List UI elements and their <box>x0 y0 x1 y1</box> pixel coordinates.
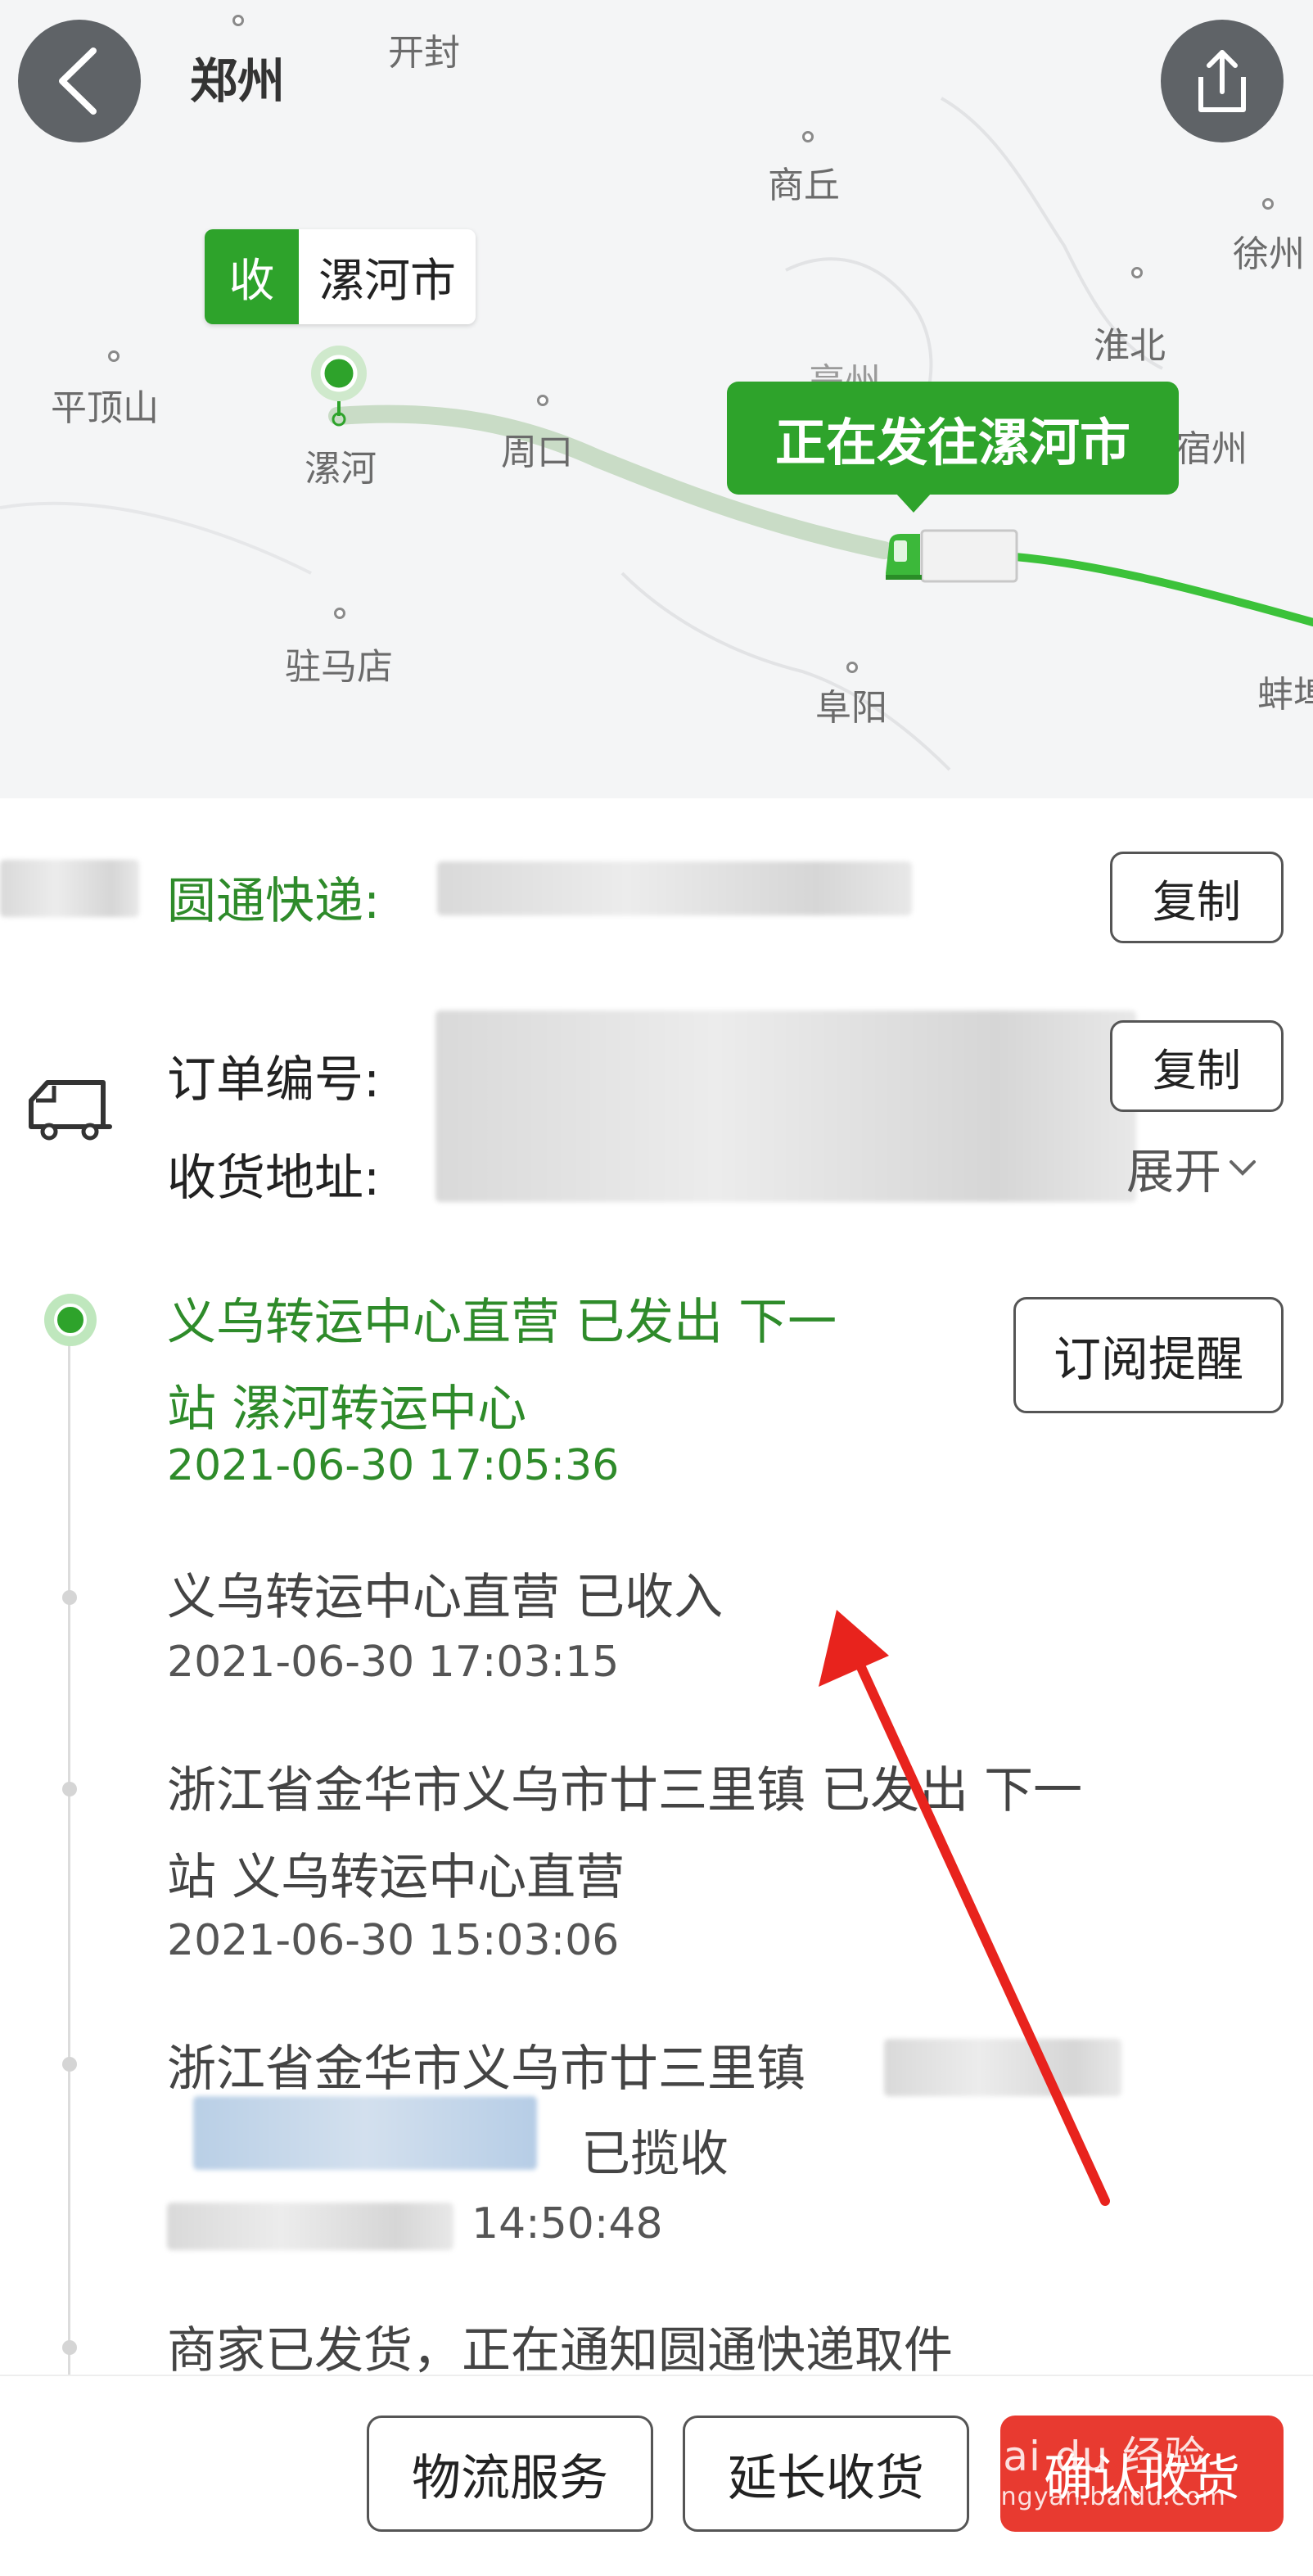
order-number-label: 订单编号: <box>167 1051 381 1109</box>
copy-tracking-button[interactable]: 复制 <box>1110 852 1284 943</box>
tracking-number-blurred <box>437 861 912 915</box>
city-dot <box>1262 198 1274 210</box>
city-dot <box>802 131 814 142</box>
city-dot <box>232 15 244 26</box>
logistics-service-button[interactable]: 物流服务 <box>367 2416 653 2532</box>
map-label-shangqiu: 商丘 <box>768 165 840 206</box>
extend-receipt-button[interactable]: 延长收货 <box>683 2416 969 2532</box>
chevron-down-icon <box>1230 1160 1257 1176</box>
timeline-node <box>62 1590 77 1605</box>
timeline-line <box>68 1326 70 2383</box>
destination-city: 漯河市 <box>299 229 476 324</box>
expand-label: 展开 <box>1126 1144 1222 1200</box>
address-label: 收货地址: <box>167 1150 381 1207</box>
share-icon <box>1198 50 1246 112</box>
location-pin-icon <box>311 346 367 427</box>
timeline-node <box>62 2057 77 2072</box>
blurred-text <box>884 2039 1121 2096</box>
blurred-text <box>167 2203 453 2250</box>
timeline-node-current <box>44 1294 97 1346</box>
city-dot <box>537 395 548 406</box>
copy-order-button[interactable]: 复制 <box>1110 1020 1284 1112</box>
map-label-fuyang: 阜阳 <box>815 687 887 729</box>
expand-address-button[interactable]: 展开 <box>1126 1133 1259 1202</box>
map-label-bengbu: 蚌埠 <box>1257 674 1313 716</box>
courier-label: 圆通快递: <box>167 873 381 930</box>
truck-icon <box>29 1080 112 1141</box>
baidu-watermark: Bai du 经验 jingyan.baidu.com <box>974 2433 1226 2511</box>
timeline-event-text: 浙江省金华市义乌市廿三里镇 已发出 下一 站 义乌转运中心直营 <box>167 1762 1083 1906</box>
back-button[interactable] <box>18 20 141 142</box>
map-label-kaifeng: 开封 <box>388 32 460 74</box>
timeline-event-time: 2021-06-30 17:05:36 <box>167 1441 620 1490</box>
city-dot <box>334 608 345 619</box>
map-label-suzhou: 宿州 <box>1175 428 1248 470</box>
timeline-event-time: 14:50:48 <box>472 2199 663 2248</box>
timeline-node <box>62 1782 77 1796</box>
timeline-event-text: 义乌转运中心直营 已收入 <box>167 1569 724 1626</box>
timeline-node <box>62 2340 77 2355</box>
order-address-blurred <box>435 1010 1136 1202</box>
subscribe-reminder-button[interactable]: 订阅提醒 <box>1013 1297 1284 1413</box>
map-label-luohe: 漯河 <box>305 448 377 490</box>
route-map[interactable]: 郑州 开封 商丘 徐州 平顶山 漯河 周口 淮北 驻马店 阜阳 蚌埠 亳州 宿州… <box>0 0 1313 798</box>
map-label-zhumadian: 驻马店 <box>285 646 393 688</box>
map-label-zhoukou: 周口 <box>501 432 573 473</box>
destination-tag: 收 漯河市 <box>205 229 476 324</box>
truck-marker-icon <box>886 529 1018 583</box>
timeline-event-status: 已揽收 <box>581 2126 729 2183</box>
timeline-event-time: 2021-06-30 17:03:15 <box>167 1638 620 1687</box>
chevron-left-icon <box>59 47 97 115</box>
city-dot <box>846 662 858 673</box>
map-label-zhengzhou: 郑州 <box>190 53 286 109</box>
share-button[interactable] <box>1161 20 1284 142</box>
map-label-pingdingshan: 平顶山 <box>51 387 159 429</box>
receive-badge: 收 <box>205 229 299 324</box>
map-label-huaibei: 淮北 <box>1094 325 1166 367</box>
blurred-text <box>193 2096 537 2170</box>
shipping-status-bubble: 正在发往漯河市 <box>727 382 1179 513</box>
blurred-text <box>0 860 139 917</box>
map-label-xuzhou: 徐州 <box>1233 233 1305 275</box>
timeline-event-time: 2021-06-30 15:03:06 <box>167 1916 620 1965</box>
city-dot <box>1131 267 1143 278</box>
city-dot <box>108 350 120 362</box>
